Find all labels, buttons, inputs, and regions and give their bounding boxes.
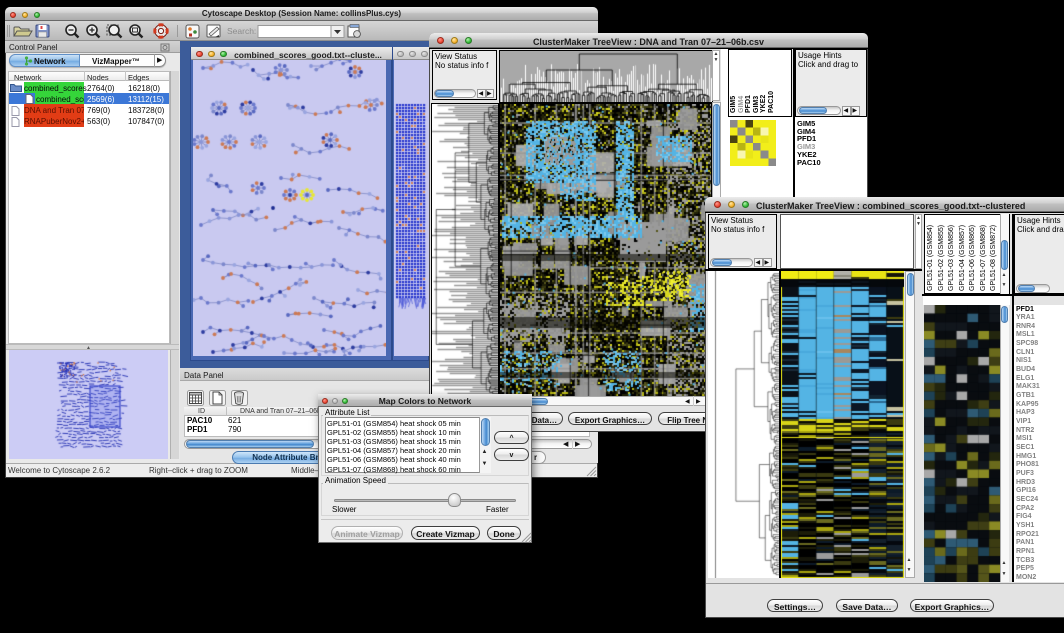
svg-text:Search:: Search:: [227, 26, 256, 36]
